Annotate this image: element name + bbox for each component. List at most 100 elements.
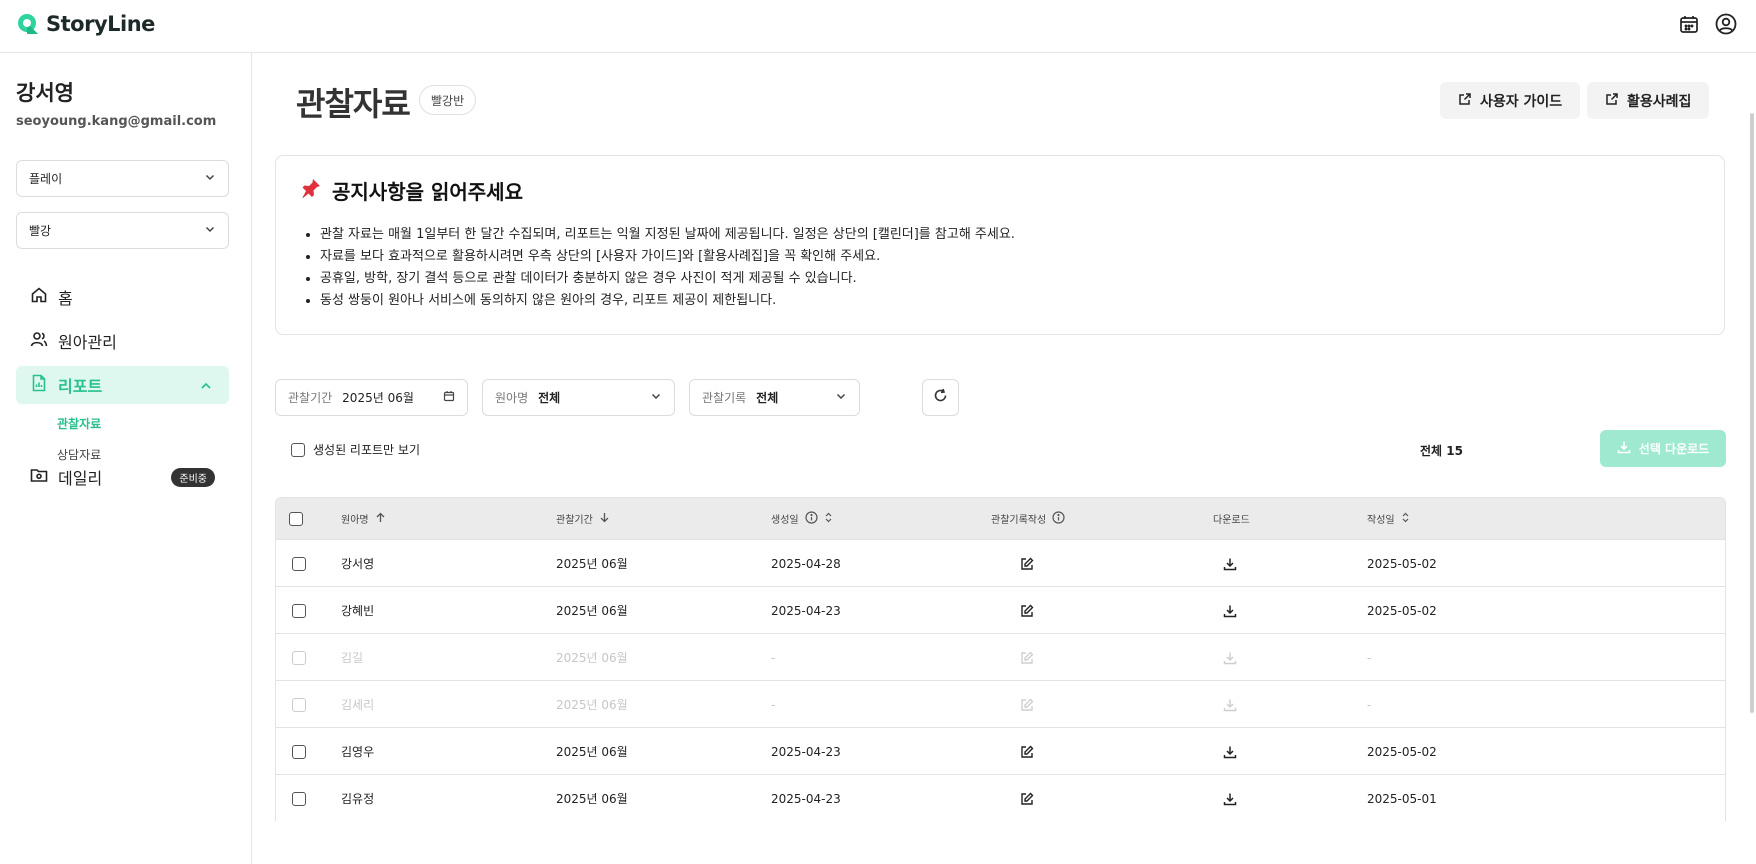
download-selected-button[interactable]: 선택 다운로드 (1600, 430, 1726, 467)
table-row[interactable]: 김유정 2025년 06월 2025-04-23 2025-05-01 (276, 774, 1725, 821)
cases-button[interactable]: 활용사례집 (1587, 82, 1710, 119)
cell-created: 2025-04-23 (771, 603, 841, 618)
sidebar-item-daily[interactable]: 데일리 준비중 (16, 458, 229, 496)
cell-created: - (771, 697, 776, 712)
header-created[interactable]: 생성일 (771, 498, 833, 539)
table-row[interactable]: 김세리 2025년 06월 - - (276, 680, 1725, 727)
row-checkbox-cell (289, 681, 309, 728)
record-filter[interactable]: 관찰기록 전체 (689, 379, 860, 416)
row-checkbox-cell[interactable] (289, 775, 309, 822)
users-icon (30, 330, 48, 352)
row-checkbox (292, 650, 306, 665)
sidebar-item-children[interactable]: 원아관리 (16, 322, 229, 360)
sort-asc-icon (375, 512, 386, 526)
logo-mark-icon (16, 12, 40, 36)
edit-icon[interactable] (1017, 775, 1037, 822)
row-checkbox-cell[interactable] (289, 540, 309, 587)
class-select-value: 빨강 (29, 224, 52, 238)
refresh-button[interactable] (922, 379, 959, 416)
record-filter-value: 전체 (756, 391, 779, 405)
table-row[interactable]: 강혜빈 2025년 06월 2025-04-23 2025-05-02 (276, 586, 1725, 633)
cell-period: 2025년 06월 (556, 792, 628, 806)
cell-created: - (771, 650, 776, 665)
edit-icon[interactable] (1017, 728, 1037, 775)
only-generated-toggle[interactable]: 생성된 리포트만 보기 (291, 441, 420, 458)
row-checkbox-cell[interactable] (289, 587, 309, 634)
child-filter-value: 전체 (538, 391, 561, 405)
child-filter-label: 원아명 (495, 391, 529, 405)
org-select[interactable]: 플레이 (16, 160, 229, 197)
notice-item: 자료를 보다 효과적으로 활용하시려면 우측 상단의 [사용자 가이드]와 [활… (320, 246, 1015, 268)
download-icon[interactable] (1220, 728, 1240, 775)
coming-soon-badge: 준비중 (171, 468, 215, 487)
header-label: 작성일 (1367, 515, 1395, 526)
select-all-checkbox[interactable] (289, 511, 303, 526)
notice-item: 관찰 자료는 매월 1일부터 한 달간 수집되며, 리포트는 익월 지정된 날짜… (320, 224, 1015, 246)
header-label: 관찰기록작성 (991, 515, 1047, 526)
chevron-down-icon (650, 390, 662, 405)
calendar-icon[interactable] (1677, 12, 1701, 36)
class-select[interactable]: 빨강 (16, 212, 229, 249)
cell-written-date: 2025-05-02 (1367, 556, 1437, 571)
row-checkbox-cell[interactable] (289, 728, 309, 775)
row-checkbox[interactable] (292, 603, 306, 618)
edit-icon[interactable] (1017, 587, 1037, 634)
chevron-up-icon (199, 378, 213, 397)
table-row[interactable]: 김영우 2025년 06월 2025-04-23 2025-05-02 (276, 727, 1725, 774)
info-icon[interactable] (805, 510, 818, 527)
cell-period: 2025년 06월 (556, 745, 628, 759)
sidebar-item-report[interactable]: 리포트 (16, 366, 229, 404)
cell-period: 2025년 06월 (556, 557, 628, 571)
table-row[interactable]: 강서영 2025년 06월 2025-04-28 2025-05-02 (276, 539, 1725, 586)
row-checkbox (292, 697, 306, 712)
notice-panel: 공지사항을 읽어주세요 관찰 자료는 매월 1일부터 한 달간 수집되며, 리포… (275, 155, 1725, 335)
edit-icon[interactable] (1017, 540, 1037, 587)
user-guide-button[interactable]: 사용자 가이드 (1440, 82, 1581, 119)
cell-child-name: 강혜빈 (341, 604, 375, 618)
download-icon[interactable] (1220, 540, 1240, 587)
header-period[interactable]: 관찰기간 (556, 498, 610, 539)
table-header: 원아명 관찰기간 생성일 관찰기록작성 다운로드 작성일 (276, 498, 1725, 539)
download-icon[interactable] (1220, 587, 1240, 634)
edit-icon (1017, 681, 1037, 728)
page-scrollbar[interactable] (1750, 113, 1754, 713)
notice-title: 공지사항을 읽어주세요 (300, 176, 523, 205)
header-record-written[interactable]: 관찰기록작성 (991, 498, 1065, 539)
app-logo[interactable]: StoryLine (16, 12, 155, 36)
select-all-cell[interactable] (289, 498, 303, 539)
period-filter-label: 관찰기간 (288, 391, 333, 405)
record-filter-label: 관찰기록 (702, 391, 747, 405)
sidebar-item-label: 데일리 (58, 469, 103, 488)
sidebar-item-home[interactable]: 홈 (16, 278, 229, 316)
table-row[interactable]: 김길 2025년 06월 - - (276, 633, 1725, 680)
cell-period: 2025년 06월 (556, 651, 628, 665)
sidebar-subitem-observation[interactable]: 관찰자료 (57, 415, 101, 432)
observation-table: 원아명 관찰기간 생성일 관찰기록작성 다운로드 작성일 강서영 2025년 0… (275, 497, 1726, 821)
cases-label: 활용사례집 (1627, 93, 1692, 110)
header-child-name[interactable]: 원아명 (341, 498, 386, 539)
period-filter[interactable]: 관찰기간 2025년 06월 (275, 379, 468, 416)
cell-written-date: 2025-05-01 (1367, 791, 1437, 806)
org-select-value: 플레이 (29, 172, 63, 186)
cell-created: 2025-04-23 (771, 744, 841, 759)
row-checkbox[interactable] (292, 791, 306, 806)
child-filter[interactable]: 원아명 전체 (482, 379, 675, 416)
row-checkbox[interactable] (292, 556, 306, 571)
table-body: 강서영 2025년 06월 2025-04-28 2025-05-02 강혜빈 2025년… (276, 539, 1725, 821)
only-generated-checkbox[interactable] (291, 442, 305, 457)
chevron-down-icon (204, 223, 216, 238)
notice-title-text: 공지사항을 읽어주세요 (332, 180, 523, 204)
user-email: seoyoung.kang@gmail.com (16, 114, 217, 129)
info-icon[interactable] (1052, 510, 1065, 527)
cell-created: 2025-04-23 (771, 791, 841, 806)
chevron-down-icon (835, 390, 847, 405)
cell-created: 2025-04-28 (771, 556, 841, 571)
folder-icon (30, 466, 48, 488)
row-checkbox[interactable] (292, 744, 306, 759)
only-generated-label: 생성된 리포트만 보기 (313, 443, 420, 457)
download-icon[interactable] (1220, 775, 1240, 822)
account-icon[interactable] (1714, 12, 1738, 36)
class-badge: 빨강반 (419, 85, 477, 115)
header-written-date[interactable]: 작성일 (1367, 498, 1410, 539)
refresh-icon (933, 388, 948, 407)
